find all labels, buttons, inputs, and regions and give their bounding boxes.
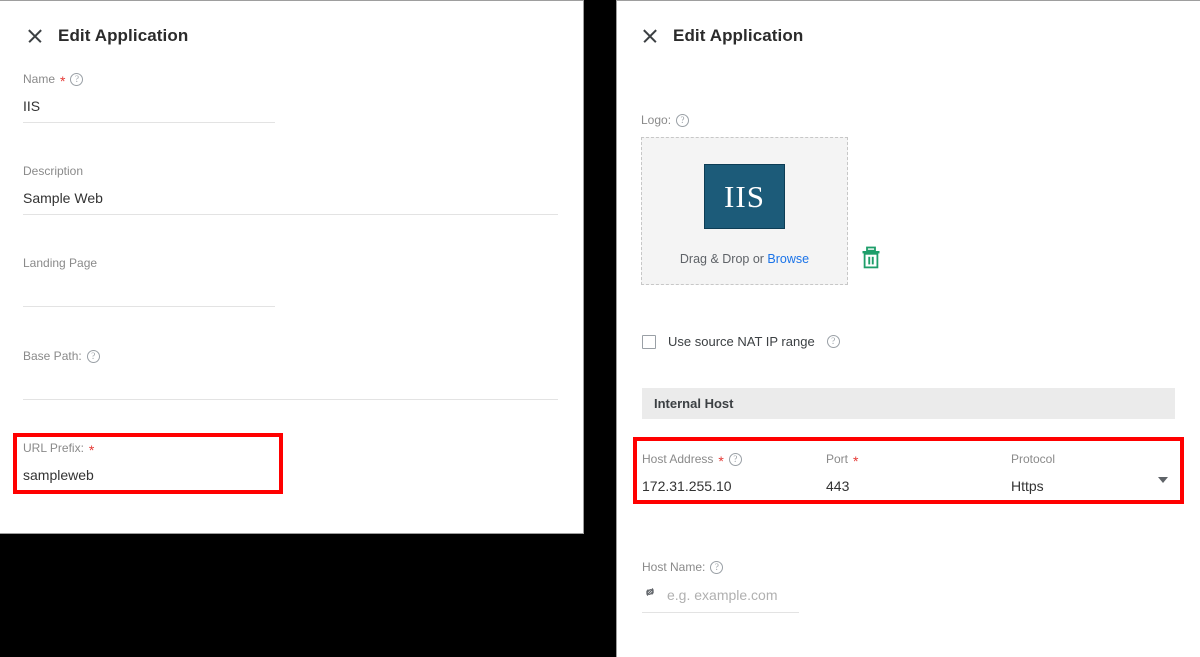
url-prefix-input-underline <box>23 491 275 492</box>
close-icon[interactable] <box>641 27 659 45</box>
name-field-label: Name * ? <box>23 72 275 89</box>
base-path-label-text: Base Path: <box>23 349 82 363</box>
host-name-input-row: e.g. example.com <box>642 584 799 605</box>
protocol-select-value[interactable]: Https <box>1011 477 1176 495</box>
name-label-text: Name <box>23 72 56 86</box>
host-address-label-text: Host Address <box>642 452 714 466</box>
landing-page-field-label: Landing Page <box>23 256 275 270</box>
host-address-field: Host Address * ? 172.31.255.10 <box>642 452 807 502</box>
protocol-label-text: Protocol <box>1011 452 1056 466</box>
description-label-text: Description <box>23 164 84 178</box>
help-icon[interactable]: ? <box>710 560 724 574</box>
screenshot-stage: Edit Application Name * ? IIS Descriptio… <box>0 0 1200 657</box>
dialog-header-right: Edit Application <box>641 26 803 46</box>
host-name-label-text: Host Name: <box>642 560 706 574</box>
name-input[interactable]: IIS <box>23 97 275 115</box>
logo-field-label: Logo: ? <box>641 113 690 127</box>
internal-host-section-header: Internal Host <box>642 388 1175 419</box>
name-input-underline <box>23 122 275 123</box>
close-icon[interactable] <box>26 27 44 45</box>
dropzone-caption: Drag & Drop or Browse <box>680 252 809 266</box>
protocol-select-underline <box>1011 501 1176 502</box>
trash-icon[interactable] <box>860 246 882 275</box>
dropzone-caption-text: Drag & Drop or <box>679 252 768 266</box>
required-asterisk: * <box>88 442 95 458</box>
required-asterisk: * <box>853 453 859 469</box>
base-path-input-underline <box>23 399 558 400</box>
host-address-field-label: Host Address * ? <box>642 452 807 469</box>
landing-page-input-underline <box>23 306 275 307</box>
source-nat-checkbox[interactable] <box>642 334 656 349</box>
landing-page-input[interactable] <box>23 281 275 299</box>
base-path-field-label: Base Path: ? <box>23 349 558 363</box>
edit-application-panel-right: Edit Application Logo: ? IIS Drag & Drop… <box>616 0 1200 657</box>
landing-page-label-text: Landing Page <box>23 256 98 270</box>
name-field: Name * ? IIS <box>23 72 275 123</box>
port-input[interactable]: 443 <box>826 477 991 495</box>
host-name-input-underline <box>642 612 799 613</box>
help-icon[interactable]: ? <box>826 335 840 348</box>
description-field: Description Sample Web <box>23 164 558 215</box>
host-name-field: Host Name: ? e.g. example.com <box>642 560 799 613</box>
logo-preview-tile: IIS <box>704 164 785 229</box>
logo-dropzone[interactable]: IIS Drag & Drop or Browse <box>641 137 848 285</box>
port-field-label: Port * <box>826 452 991 469</box>
url-prefix-field-label: URL Prefix: * <box>23 441 275 458</box>
source-nat-row: Use source NAT IP range ? <box>642 334 840 349</box>
internal-host-section-title: Internal Host <box>654 396 734 411</box>
base-path-input[interactable] <box>23 374 558 392</box>
description-field-label: Description <box>23 164 558 178</box>
page-title: Edit Application <box>58 26 189 45</box>
help-icon[interactable]: ? <box>86 349 100 363</box>
description-input[interactable]: Sample Web <box>23 189 558 207</box>
browse-link[interactable]: Browse <box>767 252 809 266</box>
help-icon[interactable]: ? <box>728 452 742 466</box>
port-input-underline <box>826 501 991 502</box>
logo-label-text: Logo: <box>641 113 672 127</box>
dialog-header-left: Edit Application <box>26 26 188 46</box>
url-prefix-field: URL Prefix: * sampleweb <box>23 441 275 492</box>
url-prefix-input[interactable]: sampleweb <box>23 466 275 484</box>
help-icon[interactable]: ? <box>676 113 690 127</box>
link-icon <box>642 584 658 605</box>
port-label-text: Port <box>826 452 849 466</box>
url-prefix-label-text: URL Prefix: <box>23 441 84 455</box>
chevron-down-icon[interactable] <box>1158 477 1168 483</box>
host-address-input-underline <box>642 501 807 502</box>
description-input-underline <box>23 214 558 215</box>
edit-application-panel-left: Edit Application Name * ? IIS Descriptio… <box>0 0 584 534</box>
protocol-field: Protocol Https <box>1011 452 1176 502</box>
page-title: Edit Application <box>673 26 804 45</box>
logo-tile-text: IIS <box>724 178 765 214</box>
help-icon[interactable]: ? <box>70 72 84 86</box>
required-asterisk: * <box>60 73 66 89</box>
port-field: Port * 443 <box>826 452 991 502</box>
protocol-field-label: Protocol <box>1011 452 1176 466</box>
required-asterisk: * <box>718 453 724 469</box>
host-address-input[interactable]: 172.31.255.10 <box>642 477 807 495</box>
base-path-field: Base Path: ? <box>23 349 558 400</box>
host-name-input[interactable]: e.g. example.com <box>667 586 778 604</box>
host-name-field-label: Host Name: ? <box>642 560 799 574</box>
landing-page-field: Landing Page <box>23 256 275 307</box>
source-nat-label: Use source NAT IP range <box>668 334 815 349</box>
